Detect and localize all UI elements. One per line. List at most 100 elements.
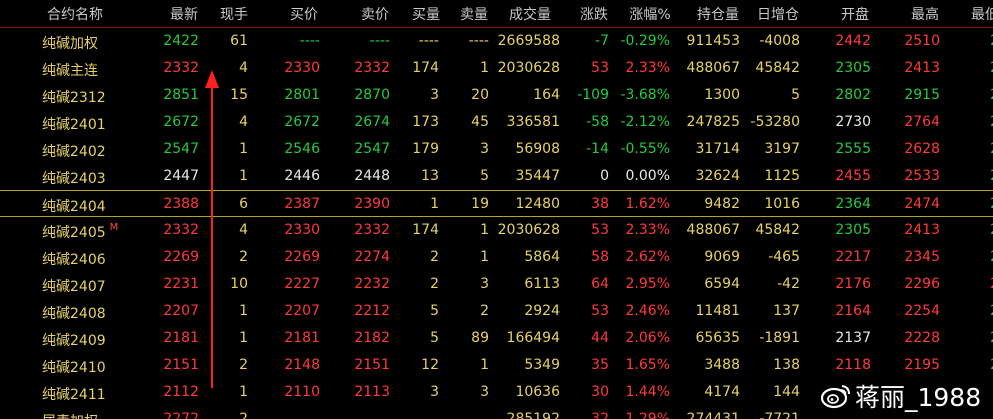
cell-last: 2422 xyxy=(163,33,199,49)
cell-ask-volume: 5 xyxy=(480,168,489,184)
column-header-row: 合约名称 最新 现手 买价 卖价 买量 卖量 成交量 涨跌 涨幅% 持仓量 日增仓 开盘 最高 最低 xyxy=(0,0,993,28)
cell-bid: 2110 xyxy=(284,384,320,400)
cell-high: 2228 xyxy=(904,330,940,346)
cell-bid-volume: 5 xyxy=(430,303,439,319)
header-change[interactable]: 涨跌 xyxy=(580,4,608,24)
cell-name: 纯碱2402 xyxy=(42,141,106,161)
cell-hand: 2 xyxy=(239,411,248,419)
cell-ask: 2390 xyxy=(354,196,390,212)
cell-hand: 1 xyxy=(239,303,248,319)
cell-volume: 2030628 xyxy=(497,222,560,238)
cell-name: 纯碱2312 xyxy=(42,87,106,107)
quote-row[interactable]: 纯碱2403 2447 1 2446 2448 13 5 35447 0 0.00% 32624 11… xyxy=(0,163,993,190)
quote-row[interactable]: 纯碱2401 2672 4 2672 2674 173 45 336581 -58 -2.12% 2… xyxy=(0,109,993,136)
cell-bid-volume: 2 xyxy=(430,276,439,292)
contract-name: 纯碱2411 xyxy=(42,387,106,403)
cell-ask-volume: ---- xyxy=(468,33,489,49)
header-ask[interactable]: 卖价 xyxy=(361,4,389,24)
header-hand[interactable]: 现手 xyxy=(220,4,248,24)
main-contract-marker: M xyxy=(109,222,119,233)
cell-bid-volume: 5 xyxy=(430,330,439,346)
cell-open: 2730 xyxy=(835,114,871,130)
quote-row[interactable]: 纯碱2312 2851 15 2801 2870 3 20 164 -109 -3.68% 1300… xyxy=(0,82,993,109)
cell-change: -109 xyxy=(577,87,609,103)
contract-name: 纯碱2401 xyxy=(42,117,106,133)
cell-daily-oi-change: 45842 xyxy=(755,60,800,76)
cell-open-interest: 32624 xyxy=(695,168,740,184)
cell-change: 0 xyxy=(600,168,609,184)
cell-volume: 56908 xyxy=(515,141,560,157)
quote-board: 合约名称 最新 现手 买价 卖价 买量 卖量 成交量 涨跌 涨幅% 持仓量 日增仓 开盘 最高 最低 纯碱加… xyxy=(0,0,993,419)
cell-daily-oi-change: -1891 xyxy=(759,330,800,346)
cell-name: 纯碱2408 xyxy=(42,303,106,323)
cell-hand: 1 xyxy=(239,384,248,400)
cell-volume: 10636 xyxy=(515,384,560,400)
header-change-pct[interactable]: 涨幅% xyxy=(629,4,670,24)
cell-name: 纯碱2401 xyxy=(42,114,106,134)
header-open[interactable]: 开盘 xyxy=(841,4,869,24)
cell-bid-volume: 2 xyxy=(430,249,439,265)
quote-row[interactable]: 纯碱加权 2422 61 ---- ---- ---- ---- 2669588 -7 -0.29… xyxy=(0,28,993,55)
header-last[interactable]: 最新 xyxy=(170,4,198,24)
cell-ask: 2448 xyxy=(354,168,390,184)
cell-daily-oi-change: 137 xyxy=(773,303,800,319)
cell-last: 2231 xyxy=(163,276,199,292)
cell-change: 58 xyxy=(591,249,609,265)
cell-high: 2915 xyxy=(904,87,940,103)
cell-bid-volume: 174 xyxy=(412,222,439,238)
header-bid[interactable]: 买价 xyxy=(290,4,318,24)
cell-high: 2195 xyxy=(904,357,940,373)
cell-daily-oi-change: -7721 xyxy=(759,411,800,419)
cell-bid-volume: 12 xyxy=(421,357,439,373)
header-high[interactable]: 最高 xyxy=(911,4,939,24)
cell-daily-oi-change: 1016 xyxy=(764,196,800,212)
cell-open-interest: 488067 xyxy=(686,222,740,238)
header-daily-oi-change[interactable]: 日增仓 xyxy=(757,4,799,24)
cell-ask-volume: 89 xyxy=(471,330,489,346)
cell-last: 2447 xyxy=(163,168,199,184)
cell-name: 纯碱2410 xyxy=(42,357,106,377)
cell-hand: 1 xyxy=(239,168,248,184)
cell-change: 44 xyxy=(591,330,609,346)
quote-row[interactable]: 纯碱2402 2547 1 2546 2547 179 3 56908 -14 -0.55% 317… xyxy=(0,136,993,163)
header-low[interactable]: 最低 xyxy=(971,4,993,24)
header-ask-volume[interactable]: 卖量 xyxy=(460,4,488,24)
cell-volume: 12480 xyxy=(515,196,560,212)
header-bid-volume[interactable]: 买量 xyxy=(412,4,440,24)
header-volume[interactable]: 成交量 xyxy=(509,4,551,24)
watermark-text: 蒋丽_1988 xyxy=(855,383,982,412)
cell-daily-oi-change: 3197 xyxy=(764,141,800,157)
cell-bid-volume: 179 xyxy=(412,141,439,157)
cell-change: 53 xyxy=(591,303,609,319)
cell-change: -7 xyxy=(595,33,609,49)
quote-row[interactable]: 纯碱2406 2269 2 2269 2274 2 1 5864 58 2.62% 9069 -465… xyxy=(0,244,993,271)
cell-bid: 2446 xyxy=(284,168,320,184)
quote-row[interactable]: 纯碱2405 M 2332 4 2330 2332 174 1 2030628 53 2.33% 48… xyxy=(0,217,993,244)
cell-daily-oi-change: 1125 xyxy=(764,168,800,184)
cell-open-interest: 6594 xyxy=(704,276,740,292)
quote-row[interactable]: 纯碱2408 2207 1 2207 2212 5 2 2924 53 2.46% 11481 137… xyxy=(0,298,993,325)
cell-high: 2296 xyxy=(904,276,940,292)
quote-row[interactable]: 纯碱主连 2332 4 2330 2332 174 1 2030628 53 2.33% 48806… xyxy=(0,55,993,82)
cell-last: 2112 xyxy=(163,384,199,400)
cell-volume: 6113 xyxy=(524,276,560,292)
cell-last: 2851 xyxy=(163,87,199,103)
red-up-arrow-annotation xyxy=(205,70,219,388)
contract-name: 纯碱2407 xyxy=(42,279,106,295)
cell-bid: 2672 xyxy=(284,114,320,130)
header-name[interactable]: 合约名称 xyxy=(47,4,103,24)
contract-name: 纯碱2402 xyxy=(42,144,106,160)
cell-ask: 2151 xyxy=(354,357,390,373)
cell-last: 2272 xyxy=(163,411,199,419)
quote-row[interactable]: 纯碱2409 2181 1 2181 2182 5 89 166494 44 2.06% 65635… xyxy=(0,325,993,352)
cell-high: 2628 xyxy=(904,141,940,157)
cell-open-interest: 9482 xyxy=(704,196,740,212)
cell-change: 38 xyxy=(591,196,609,212)
header-open-interest[interactable]: 持仓量 xyxy=(697,4,739,24)
quote-row[interactable]: 纯碱2404 2388 6 2387 2390 1 19 12480 38 1.62% 9482 10… xyxy=(0,190,993,217)
cell-name: 纯碱2409 xyxy=(42,330,106,350)
quote-row[interactable]: 纯碱2407 2231 10 2227 2232 2 3 6113 64 2.95% 6594 -42… xyxy=(0,271,993,298)
cell-high: 2413 xyxy=(904,222,940,238)
quote-row[interactable]: 纯碱2410 2151 2 2148 2151 12 1 5349 35 1.65% 3488 138… xyxy=(0,352,993,379)
cell-open-interest: 274431 xyxy=(686,411,740,419)
